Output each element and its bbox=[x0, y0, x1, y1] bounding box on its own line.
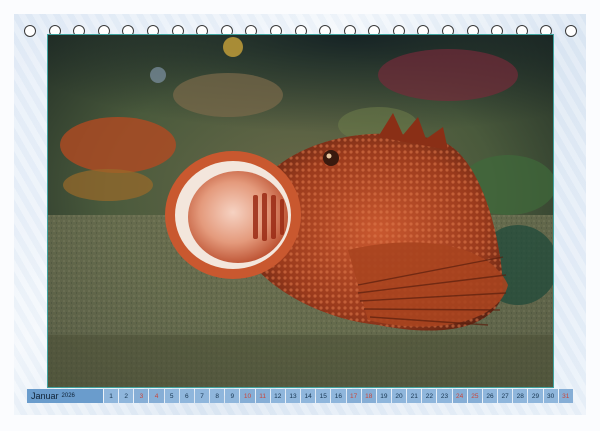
day-cell: 4 bbox=[149, 389, 164, 403]
scorpionfish-photo bbox=[48, 35, 553, 387]
day-cell: 26 bbox=[482, 389, 498, 403]
day-cell: 6 bbox=[179, 389, 194, 403]
day-cell: 10 bbox=[240, 389, 255, 403]
day-row: 1 2 3 4 5 6 7 8 9 10 11 12 13 14 15 16 17 18 19 20 21 22 23 24 2… bbox=[104, 389, 573, 403]
day-cell: 5 bbox=[164, 389, 179, 403]
day-cell: 13 bbox=[285, 389, 301, 403]
day-cell: 28 bbox=[513, 389, 528, 403]
day-cell: 29 bbox=[528, 389, 543, 403]
calendar-bar: Januar 2026 1 2 3 4 5 6 7 8 9 10 11 12 13 14 15 16 17 18 1… bbox=[27, 389, 573, 403]
day-cell: 27 bbox=[498, 389, 513, 403]
binding-ring bbox=[565, 25, 577, 37]
day-cell: 21 bbox=[407, 389, 422, 403]
day-cell: 23 bbox=[437, 389, 452, 403]
day-cell: 8 bbox=[210, 389, 225, 403]
day-cell: 2 bbox=[119, 389, 134, 403]
day-cell: 7 bbox=[194, 389, 210, 403]
month-label: Januar 2026 bbox=[27, 389, 103, 403]
day-cell: 24 bbox=[452, 389, 467, 403]
day-cell: 11 bbox=[255, 389, 270, 403]
day-cell: 9 bbox=[225, 389, 240, 403]
day-cell: 16 bbox=[331, 389, 346, 403]
day-cell: 14 bbox=[301, 389, 316, 403]
day-cell: 15 bbox=[316, 389, 331, 403]
month-name: Januar bbox=[31, 391, 59, 401]
day-cell: 31 bbox=[558, 389, 573, 403]
day-cell: 17 bbox=[346, 389, 361, 403]
day-cell: 19 bbox=[376, 389, 391, 403]
day-cell: 20 bbox=[391, 389, 407, 403]
day-cell: 30 bbox=[543, 389, 558, 403]
binding-ring bbox=[24, 25, 36, 37]
day-cell: 25 bbox=[467, 389, 482, 403]
day-cell: 18 bbox=[361, 389, 376, 403]
year-label: 2026 bbox=[61, 393, 75, 399]
day-cell: 1 bbox=[104, 389, 119, 403]
day-cell: 22 bbox=[422, 389, 437, 403]
photo bbox=[47, 34, 554, 388]
day-cell: 3 bbox=[134, 389, 149, 403]
day-cell: 12 bbox=[270, 389, 285, 403]
